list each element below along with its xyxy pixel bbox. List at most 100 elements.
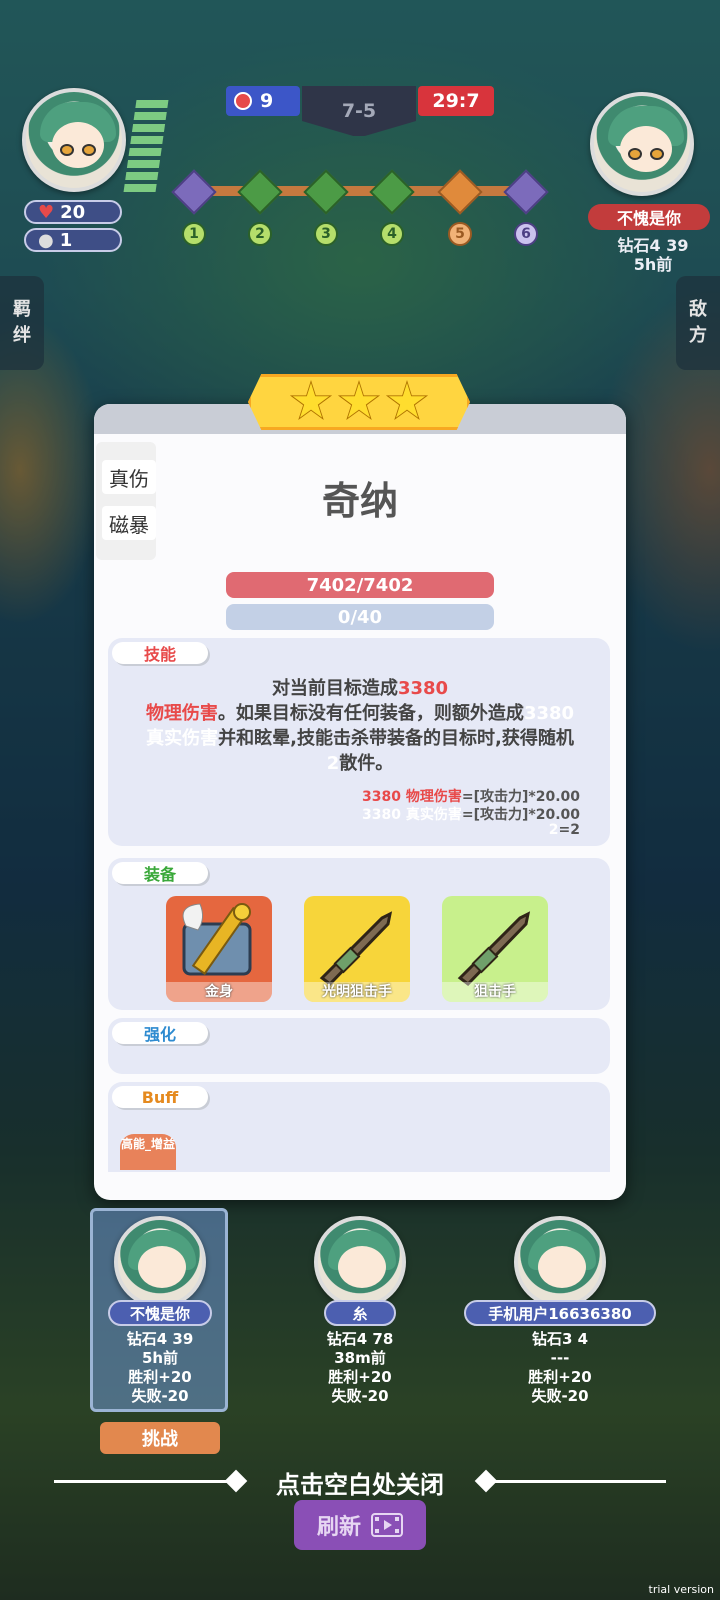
player-lose: 失败-20 (531, 1387, 589, 1405)
equip-name: 光明狙击手 (304, 982, 410, 1002)
formula-expr: =2 (558, 822, 580, 838)
stage-number: 5 (448, 222, 472, 246)
formula-line: 3380 物理伤害=[攻击力]*20.00 (362, 786, 580, 806)
player-name: 不愧是你 (108, 1300, 212, 1326)
player-lose: 失败-20 (331, 1387, 389, 1405)
skill-text: 。如果目标没有任何装备，则额外造成 (217, 703, 524, 724)
star-icon (385, 380, 429, 421)
formula-term: 2 (548, 822, 559, 838)
opponent-info: 钻石4 39 5h前 (588, 236, 718, 274)
player-info: 钻石4 78 38m前 胜利+20 失败-20 (290, 1330, 430, 1406)
self-avatar[interactable] (22, 88, 126, 192)
enhance-label: 强化 (112, 1022, 208, 1044)
health-bar: 7402/7402 (226, 572, 494, 598)
skill-text: 散件。 (339, 753, 394, 774)
heart-icon: ♥ (38, 201, 55, 223)
skill-description: 对当前目标造成3380 物理伤害。如果目标没有任何装备，则额外造成3380 真实… (140, 676, 580, 776)
star-rank-banner (248, 374, 470, 430)
coin-pill: ● 1 (24, 228, 122, 252)
hero-name: 奇纳 (321, 479, 398, 523)
skill-text: 并和眩晕,技能击杀带装备的目标时,获得随机 (218, 728, 574, 749)
enemy-tab-char: 方 (689, 325, 707, 346)
synergy-tab-char: 羁 (13, 299, 31, 320)
player-rank: 钻石4 39 (126, 1330, 194, 1348)
formula-term: 3380 物理伤害 (362, 789, 462, 805)
skill-true-damage-value: 3380 (523, 703, 575, 724)
formula-expr: =[攻击力]*20.00 (461, 807, 580, 823)
formula-line: 3380 真实伤害=[攻击力]*20.00 (362, 804, 580, 824)
skill-label: 技能 (112, 642, 208, 664)
player-name: 手机用户16636380 (464, 1300, 656, 1326)
equipment-section: 装备 金身 光明狙击手 狙击手 (108, 858, 610, 1010)
skill-section: 技能 对当前目标造成3380 物理伤害。如果目标没有任何装备，则额外造成3380… (108, 638, 610, 846)
player-time: 5h前 (141, 1349, 179, 1367)
buff-chip[interactable]: 高能_增益 (120, 1134, 176, 1170)
mana-bar: 0/40 (226, 604, 494, 630)
opponent-name: 不愧是你 (588, 204, 710, 230)
refresh-button[interactable]: 刷新 (294, 1500, 426, 1550)
player-win: 胜利+20 (128, 1368, 192, 1386)
skill-damage-value: 3380 (397, 678, 449, 699)
equip-item-sniper[interactable]: 狙击手 (442, 896, 548, 1002)
skill-count: 2 (326, 753, 340, 774)
enemy-tab-char: 敌 (689, 299, 707, 320)
equip-name: 金身 (166, 982, 272, 1002)
player-info: 钻石3 4 --- 胜利+20 失败-20 (490, 1330, 630, 1406)
video-ad-icon (371, 1513, 403, 1537)
red-score: 29:7 (418, 86, 494, 116)
red-score-value: 29:7 (432, 90, 480, 112)
opponent-time: 5h前 (633, 255, 673, 274)
player-time: --- (550, 1349, 570, 1367)
challenge-button[interactable]: 挑战 (100, 1422, 220, 1454)
player-info: 钻石4 39 5h前 胜利+20 失败-20 (90, 1330, 230, 1406)
skill-damage-type: 物理伤害 (145, 703, 218, 724)
enhance-section: 强化 (108, 1018, 610, 1074)
opponent-rank: 钻石4 39 (617, 236, 689, 255)
formula-term: 3380 真实伤害 (362, 807, 462, 823)
close-hint: 点击空白处关闭 (276, 1470, 444, 1499)
stage-number: 4 (380, 222, 404, 246)
stage-number: 3 (314, 222, 338, 246)
player-win: 胜利+20 (328, 1368, 392, 1386)
blue-score: 9 (226, 86, 300, 116)
mana-value: 0/40 (337, 606, 383, 628)
equip-name: 狙击手 (442, 982, 548, 1002)
player-lose: 失败-20 (131, 1387, 189, 1405)
buff-label: Buff (112, 1086, 208, 1108)
player-name: 糸 (324, 1300, 396, 1326)
equipment-label: 装备 (112, 862, 208, 884)
player-rank: 钻石3 4 (531, 1330, 589, 1348)
stage-number: 6 (514, 222, 538, 246)
coin-icon: ● (38, 229, 54, 251)
player-time: 38m前 (334, 1349, 386, 1367)
equip-item-golden-body[interactable]: 金身 (166, 896, 272, 1002)
blue-score-value: 9 (260, 90, 274, 112)
player-avatar[interactable] (114, 1216, 206, 1308)
coin-value: 1 (59, 229, 73, 251)
hero-detail-modal: 真伤 磁暴 奇纳 7402/7402 0/40 技能 对当前目标造成3380 物… (94, 374, 626, 1200)
health-value: 7402/7402 (306, 574, 414, 596)
player-avatar[interactable] (514, 1216, 606, 1308)
skill-true-damage-type: 真实伤害 (146, 728, 219, 749)
player-rank: 钻石4 78 (326, 1330, 394, 1348)
player-win: 胜利+20 (528, 1368, 592, 1386)
synergy-tab[interactable]: 羁 绊 (0, 276, 44, 370)
round-value: 7-5 (341, 100, 377, 122)
skill-text: 对当前目标造成 (271, 678, 398, 699)
player-avatar[interactable] (314, 1216, 406, 1308)
hp-pill: ♥ 20 (24, 200, 122, 224)
formula-expr: =[攻击力]*20.00 (461, 789, 580, 805)
hp-value: 20 (60, 201, 86, 223)
trial-watermark: trial version (648, 1583, 714, 1596)
stage-number: 1 (182, 222, 206, 246)
stage-number: 2 (248, 222, 272, 246)
equip-item-light-sniper[interactable]: 光明狙击手 (304, 896, 410, 1002)
refresh-label: 刷新 (316, 1515, 361, 1540)
gem-icon (234, 92, 252, 110)
formula-line: 2=2 (549, 822, 580, 838)
synergy-tab-char: 绊 (13, 325, 31, 346)
opponent-avatar[interactable] (590, 92, 694, 196)
star-icon (337, 380, 381, 421)
enemy-tab[interactable]: 敌 方 (676, 276, 720, 370)
buff-section: Buff 高能_增益 (108, 1082, 610, 1172)
